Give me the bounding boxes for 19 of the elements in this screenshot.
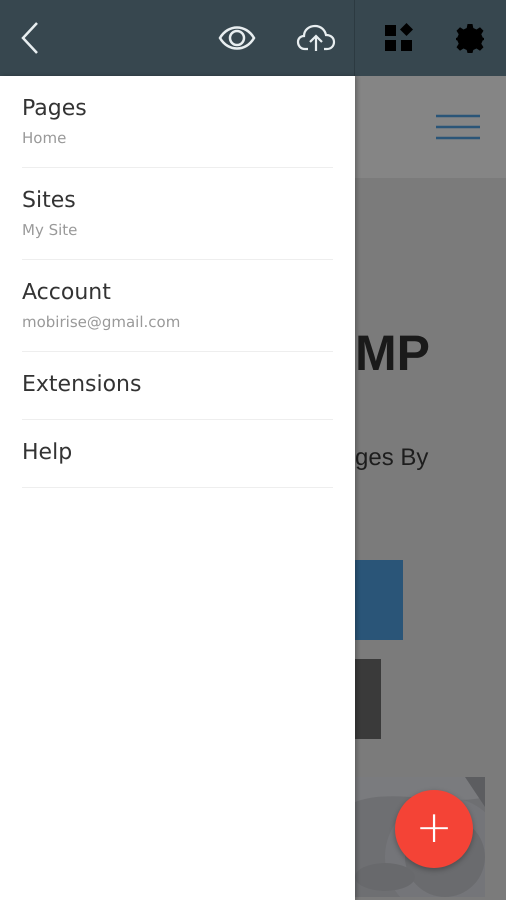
item-title: Help [22,440,72,465]
item-title: Sites [22,188,76,213]
item-title: Account [22,280,111,305]
drawer-item[interactable]: Account mobirise@gmail.com [22,260,333,352]
drawer-item[interactable]: Extensions [22,352,333,420]
item-subtitle: My Site [22,221,78,239]
menu-icon [436,114,480,140]
item-subtitle: mobirise@gmail.com [22,313,180,331]
drawer-item[interactable]: Help [22,420,333,488]
cloud-upload-icon[interactable] [296,23,336,53]
drawer-item[interactable]: Sites My Site [22,168,333,260]
page-text: ges By [355,444,430,472]
item-title: Extensions [22,372,142,397]
item-subtitle: Home [22,129,66,147]
item-title: Pages [22,96,87,121]
eye-icon[interactable] [218,24,256,52]
page-headline: MP [355,328,431,378]
drawer-item[interactable]: Pages Home [22,76,333,168]
back-icon[interactable] [20,21,40,55]
